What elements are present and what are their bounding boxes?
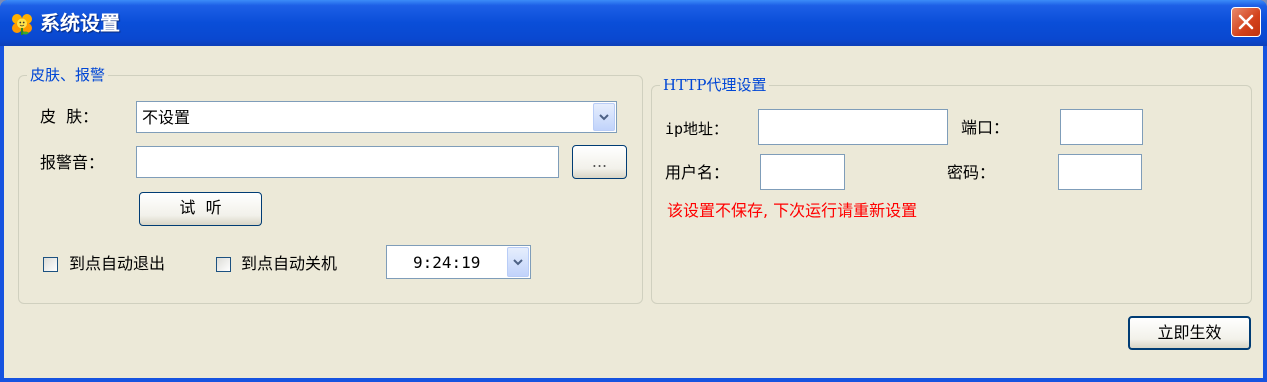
auto-exit-checkbox[interactable]: [43, 257, 58, 272]
password-input[interactable]: [1058, 154, 1142, 190]
alarm-sound-input[interactable]: [136, 146, 559, 178]
proxy-warning-text: 该设置不保存, 下次运行请重新设置: [667, 201, 918, 220]
time-dropdown-button[interactable]: [507, 247, 529, 277]
skin-combobox[interactable]: 不设置: [136, 101, 617, 133]
port-input[interactable]: [1060, 109, 1143, 145]
alarm-sound-label: 报警音：: [40, 153, 105, 172]
password-label: 密码：: [947, 163, 996, 182]
skin-dropdown-button[interactable]: [593, 103, 615, 131]
auto-shutdown-label: 到点自动关机: [241, 254, 338, 273]
skin-alarm-group: 皮肤、报警 皮 肤： 不设置 报警音： ... 试 听 到点自动退出 到点自动关…: [18, 65, 643, 304]
username-input[interactable]: [760, 154, 845, 190]
listen-button[interactable]: 试 听: [139, 192, 262, 226]
skin-combobox-value: 不设置: [142, 108, 191, 127]
http-proxy-group-title: HTTP代理设置: [660, 75, 770, 95]
username-label: 用户名：: [665, 163, 730, 182]
auto-shutdown-checkbox[interactable]: [216, 257, 231, 272]
close-button[interactable]: [1231, 7, 1261, 37]
window-title: 系统设置: [40, 11, 120, 35]
flower-app-icon: [12, 14, 32, 35]
browse-button[interactable]: ...: [572, 145, 627, 179]
settings-window: 系统设置 皮肤、报警 皮 肤： 不设置 报警音： ... 试 听 到点自动退出 …: [0, 0, 1267, 382]
chevron-down-icon: [513, 259, 523, 266]
http-proxy-group: HTTP代理设置 ip地址： 端口： 用户名： 密码： 该设置不保存, 下次运行…: [651, 75, 1252, 304]
port-label: 端口：: [961, 118, 1010, 137]
ip-address-input[interactable]: [758, 109, 948, 145]
time-value: 9:24:19: [413, 253, 481, 272]
skin-label: 皮 肤：: [40, 107, 99, 126]
close-icon: [1238, 14, 1254, 30]
chevron-down-icon: [599, 114, 609, 121]
time-combobox[interactable]: 9:24:19: [386, 245, 531, 279]
title-bar[interactable]: 系统设置: [0, 0, 1267, 46]
apply-now-button[interactable]: 立即生效: [1128, 316, 1251, 350]
ip-address-label: ip地址：: [665, 120, 729, 138]
skin-alarm-group-title: 皮肤、报警: [27, 65, 109, 85]
auto-exit-label: 到点自动退出: [69, 254, 166, 273]
